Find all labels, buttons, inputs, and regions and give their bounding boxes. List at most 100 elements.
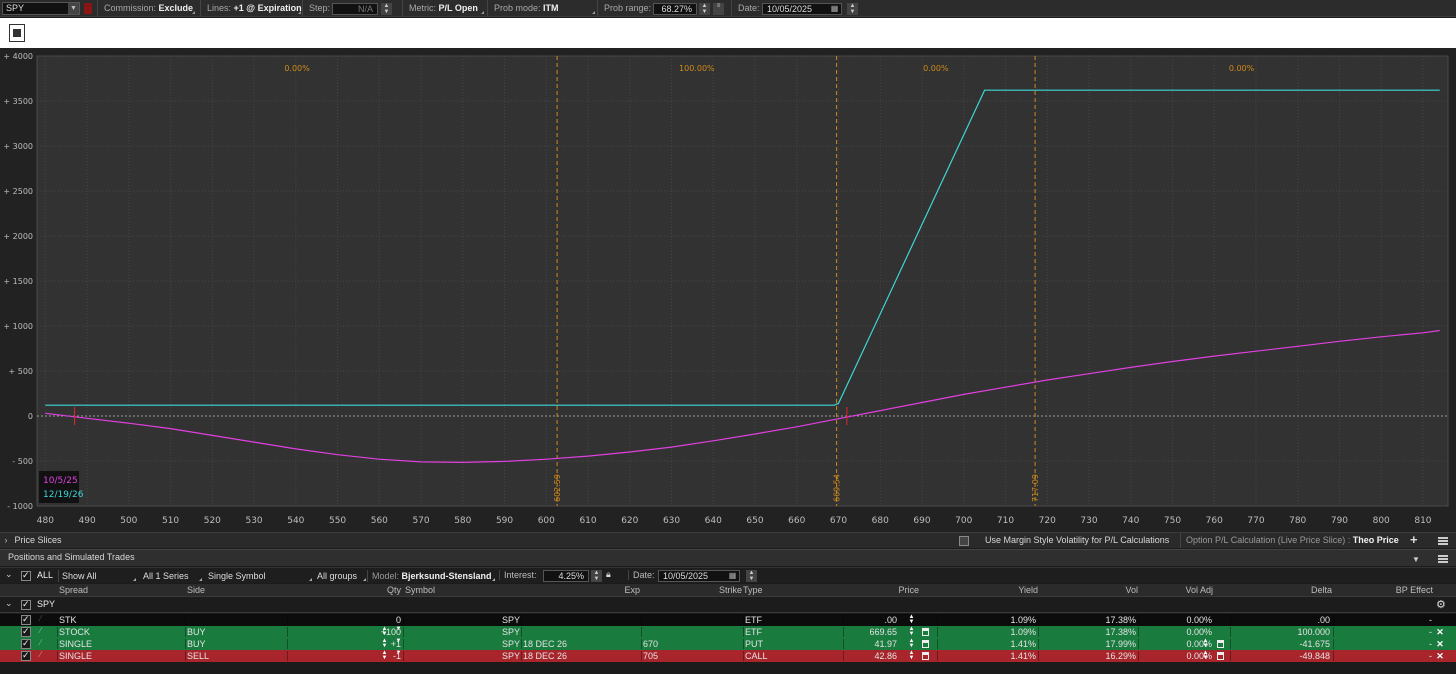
lines-dropdown-icon[interactable] [298,11,301,14]
spread-chart-icon[interactable]: ⁄ [40,614,41,623]
cell-type[interactable]: PUT [745,638,840,650]
col-qty[interactable]: Qty [300,584,401,596]
collapse-down-icon[interactable]: ▼ [1412,552,1420,567]
commission-dropdown-icon[interactable] [192,11,195,14]
chart-settings-icon[interactable] [9,24,25,42]
qty-dropdown-icon[interactable]: ▼ [394,638,403,649]
col-side[interactable]: Side [187,584,205,596]
table-row[interactable]: ⁄SINGLEBUY+1SPY18 DEC 26670PUT41.971.41%… [0,638,1456,650]
col-spread[interactable]: Spread [59,584,88,596]
col-vol[interactable]: Vol [1040,584,1138,596]
qty-spinner-icon[interactable]: ▲ ▼ [380,638,389,649]
col-vol-adj[interactable]: Vol Adj [1140,584,1213,596]
group-row-spy[interactable]: ⌄ SPY ⚙ [0,596,1456,613]
qty-spinner-icon[interactable]: ▲ ▼ [380,650,389,661]
table-row[interactable]: ⁄STOCKBUY+100SPYETF669.651.09%17.38%0.00… [0,626,1456,638]
prob-range-spinner-icon[interactable]: ▲ ▼ [699,3,710,15]
vol-adj-lock-icon[interactable] [1217,652,1224,660]
cell-side[interactable]: SELL [187,650,282,662]
table-row[interactable]: ⁄ STK 0 SPY ETF .00 1.09% 17.38% 0.00% .00 - ▲▼ [0,614,1456,626]
prob-mode-dropdown-icon[interactable] [592,11,595,14]
prob-mode-setting[interactable]: Prob mode: ITM [487,0,559,17]
lock-icon[interactable]: 🔒︎ [606,569,611,580]
cell-vol-adj[interactable]: 0.00% [1140,614,1212,626]
col-yield[interactable]: Yield [940,584,1038,596]
positions-calendar-icon[interactable]: ▦ [727,570,738,582]
interest-input[interactable]: 4.25% [543,570,589,582]
cell-vol-adj[interactable]: 0.00% [1140,626,1212,638]
col-price[interactable]: Price [845,584,919,596]
cell-price[interactable]: 42.86 [845,650,897,662]
row-checkbox[interactable] [21,650,31,661]
cell-price[interactable]: .00 [845,614,897,626]
cell-qty[interactable]: 0 [300,614,401,626]
remove-row-icon[interactable]: ✕ [1436,626,1444,638]
price-lock-icon[interactable] [922,628,929,636]
cell-exp[interactable]: 18 DEC 26 [523,638,633,650]
series-dropdown[interactable]: All 1 Series [140,570,202,582]
pl-chart[interactable]: 480 490 500 510 520 530 540 550 560 570 580 590 600 6… [0,48,1456,532]
link-color-indicator[interactable] [84,3,92,14]
chevron-down-icon[interactable]: ▼ [68,3,79,14]
select-all-checkbox[interactable] [21,570,31,581]
cell-type[interactable]: ETF [745,626,840,638]
prob-range-menu-icon[interactable]: ≡ [713,3,724,15]
table-row[interactable]: ⁄SINGLESELL-1SPY18 DEC 26705CALL42.861.4… [0,650,1456,662]
cell-exp[interactable] [523,614,633,626]
add-slice-icon[interactable]: + [1410,533,1422,548]
cell-side[interactable]: BUY [187,638,282,650]
cell-price[interactable]: 41.97 [845,638,897,650]
row-checkbox[interactable] [21,638,31,649]
interest-spinner-icon[interactable]: ▲ ▼ [591,570,602,582]
qty-dropdown-icon[interactable]: ▼ [394,650,403,661]
pl-chart-svg[interactable]: 480 490 500 510 520 530 540 550 560 570 580 590 600 6… [0,48,1456,532]
spread-chart-icon[interactable]: ⁄ [40,638,41,647]
price-spinner-icon[interactable]: ▲ ▼ [907,614,916,625]
row-checkbox[interactable] [21,626,31,637]
model-dropdown[interactable]: Model: Bjerksund-Stensland [367,570,495,582]
margin-vol-toggle[interactable] [959,533,969,548]
cell-strike[interactable] [643,626,733,638]
vol-adj-spinner-icon[interactable]: ▲ ▼ [1201,638,1210,649]
remove-row-icon[interactable]: ✕ [1436,638,1444,650]
prob-range-input[interactable]: 68.27% [653,3,697,15]
cell-exp[interactable] [523,626,633,638]
show-filter-dropdown[interactable]: Show All [58,570,136,582]
vol-adj-lock-icon[interactable] [1217,640,1224,648]
cell-type[interactable]: CALL [745,650,840,662]
cell-strike[interactable] [643,614,733,626]
spread-chart-icon[interactable]: ⁄ [40,650,41,659]
chevron-down-icon[interactable]: ⌄ [5,598,13,609]
price-spinner-icon[interactable]: ▲ ▼ [907,626,916,637]
positions-menu-icon[interactable] [1438,555,1448,563]
col-bp-effect[interactable]: BP Effect [1335,584,1433,596]
cell-type[interactable]: ETF [745,614,840,626]
col-exp[interactable]: Exp [560,584,640,596]
symbol-selector[interactable]: SPY ▼ [2,2,80,15]
group-checkbox[interactable] [21,599,31,610]
date-spinner-icon[interactable]: ▲ ▼ [847,3,858,15]
lines-setting[interactable]: Lines: +1 @ Expiration [200,0,302,17]
price-lock-icon[interactable] [922,652,929,660]
cell-exp[interactable]: 18 DEC 26 [523,650,633,662]
qty-spinner-icon[interactable]: ▲ ▼ [380,626,389,637]
calc-mode-setting[interactable]: Option P/L Calculation (Live Price Slice… [1180,533,1399,548]
vol-adj-spinner-icon[interactable]: ▲ ▼ [1201,650,1210,661]
price-spinner-icon[interactable]: ▲ ▼ [907,650,916,661]
calendar-icon[interactable]: ▦ [829,3,840,15]
metric-setting[interactable]: Metric: P/L Open [402,0,478,17]
price-lock-icon[interactable] [922,640,929,648]
cell-side[interactable] [187,614,282,626]
row-checkbox[interactable] [21,614,31,625]
col-delta[interactable]: Delta [1232,584,1332,596]
price-spinner-icon[interactable]: ▲ ▼ [907,638,916,649]
remove-row-icon[interactable]: ✕ [1436,650,1444,662]
step-spinner-icon[interactable]: ▲ ▼ [381,3,392,15]
spread-chart-icon[interactable]: ⁄ [40,626,41,635]
chevron-down-icon[interactable]: ⌄ [5,569,13,580]
cell-strike[interactable]: 705 [643,650,733,662]
chevron-right-icon[interactable]: › [0,533,12,548]
col-symbol[interactable]: Symbol [405,584,435,596]
step-input[interactable]: N/A [332,3,378,15]
cell-side[interactable]: BUY [187,626,282,638]
